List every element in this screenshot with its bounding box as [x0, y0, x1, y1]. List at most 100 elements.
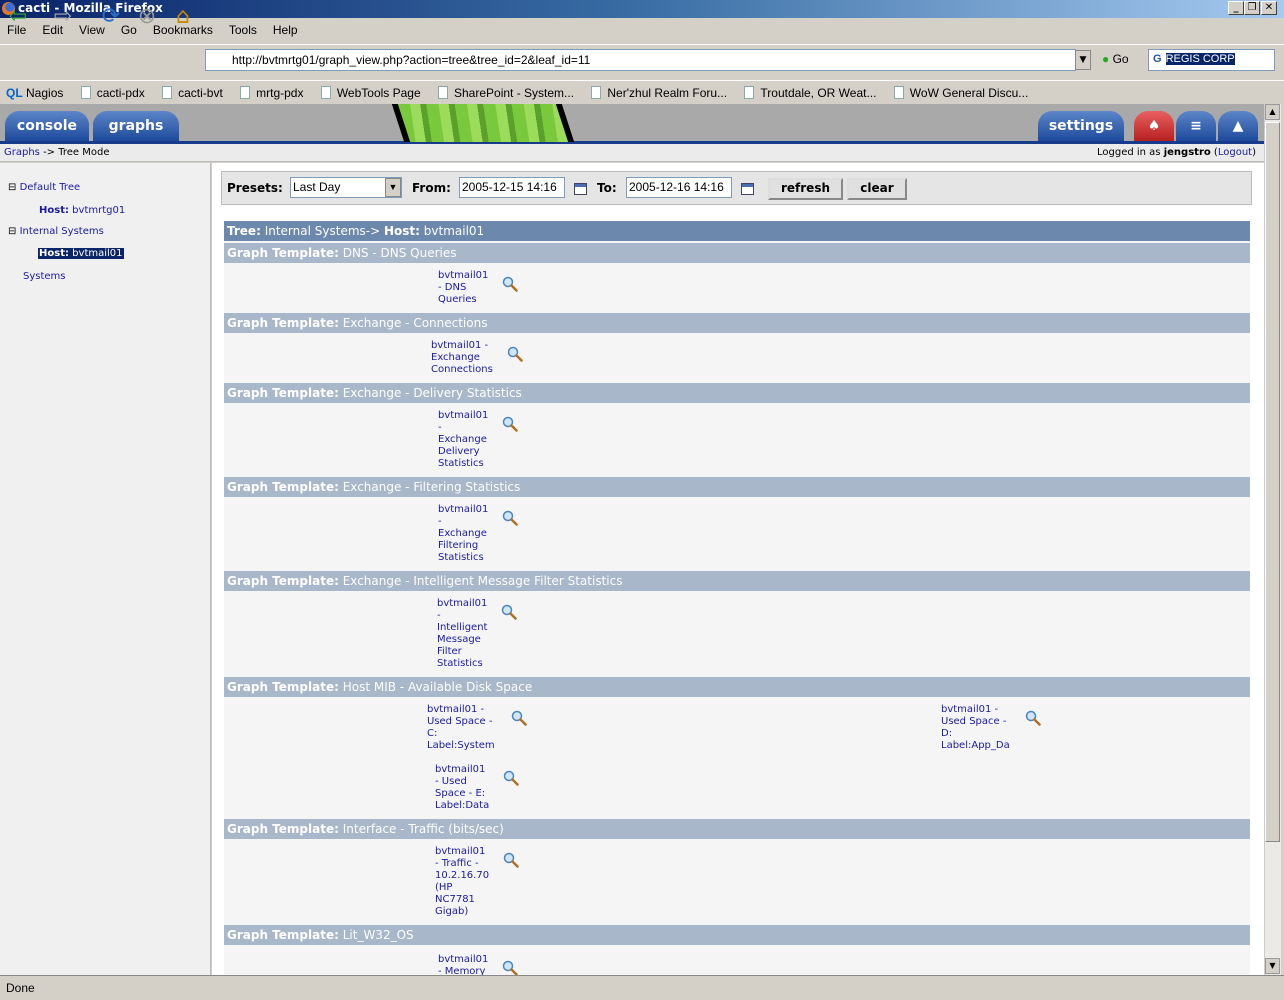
- scrollbar-thumb[interactable]: [1265, 122, 1280, 842]
- graph-template-header: Graph Template: Lit_W32_OS: [224, 925, 1250, 945]
- from-input[interactable]: 2005-12-15 14:16: [459, 177, 565, 198]
- calendar-icon[interactable]: [574, 183, 587, 195]
- tab-graphs[interactable]: graphs: [93, 111, 179, 141]
- presets-label: Presets:: [227, 181, 283, 195]
- bookmark-webtools[interactable]: WebTools Page: [320, 86, 421, 100]
- bookmark-troutdale[interactable]: Troutdale, OR Weat...: [744, 86, 876, 100]
- tree-internal-systems[interactable]: ⊟ Internal Systems: [8, 226, 104, 237]
- to-input[interactable]: 2005-12-16 14:16: [626, 177, 732, 198]
- graph-template-header: Graph Template: Exchange - Intelligent M…: [224, 571, 1250, 591]
- zoom-icon[interactable]: [503, 852, 519, 868]
- graph-link[interactable]: bvtmail01 - Intelligent Message Filter S…: [437, 598, 487, 670]
- graph-link[interactable]: bvtmail01 - DNS Queries: [438, 270, 488, 306]
- status-bar: Done: [0, 975, 1284, 1000]
- tree-default-link[interactable]: Default Tree: [20, 182, 81, 193]
- username: jengstro: [1163, 147, 1211, 158]
- tree-systems[interactable]: Systems: [23, 271, 66, 282]
- to-label: To:: [597, 181, 617, 195]
- zoom-icon[interactable]: [507, 346, 523, 362]
- go-icon: ●: [1102, 52, 1110, 66]
- zoom-icon[interactable]: [502, 510, 518, 526]
- graph-template-header: Graph Template: Exchange - Delivery Stat…: [224, 383, 1250, 403]
- chevron-down-icon[interactable]: ▼: [385, 178, 401, 197]
- zoom-icon[interactable]: [511, 710, 527, 726]
- forward-icon[interactable]: ⇨: [50, 4, 76, 30]
- graph-template-header: Graph Template: DNS - DNS Queries: [224, 243, 1250, 263]
- graph-template-header: Graph Template: Exchange - Connections: [224, 313, 1250, 333]
- close-button[interactable]: ✕: [1261, 1, 1277, 15]
- clear-button[interactable]: clear: [847, 178, 907, 200]
- tree-host-bvtmrtg01[interactable]: Host: bvtmrtg01: [39, 205, 125, 216]
- zoom-icon[interactable]: [502, 416, 518, 432]
- zoom-icon[interactable]: [501, 604, 517, 620]
- graph-link[interactable]: bvtmail01 - Memory: [438, 954, 488, 975]
- page-icon: [893, 86, 904, 99]
- graph-link[interactable]: bvtmail01 - Traffic - 10.2.16.70 (HP NC7…: [435, 846, 489, 918]
- graph-link[interactable]: bvtmail01 - Exchange Connections: [431, 340, 493, 376]
- tab-settings[interactable]: settings: [1038, 111, 1124, 141]
- tree-sidebar: ⊟ Default Tree Host: bvtmrtg01 ⊟ Interna…: [0, 163, 211, 975]
- search-input[interactable]: G REGIS CORP: [1148, 49, 1275, 71]
- stop-icon[interactable]: ⊗: [134, 4, 160, 30]
- page-icon: [162, 86, 173, 99]
- scroll-up-icon[interactable]: ▲: [1265, 104, 1280, 120]
- tree-host-bvtmail01-selected[interactable]: Host: bvtmail01: [38, 248, 124, 259]
- graph-link[interactable]: bvtmail01 - Used Space - C: Label:System: [427, 704, 495, 752]
- graph-link[interactable]: bvtmail01 - Used Space - E: Label:Data: [435, 764, 489, 812]
- zoom-icon[interactable]: [502, 276, 518, 292]
- page-icon: [240, 86, 251, 99]
- reload-icon[interactable]: ⟳: [98, 4, 124, 30]
- search-value: REGIS CORP: [1165, 53, 1235, 65]
- cacti-logo: [391, 104, 575, 142]
- page-icon: [320, 86, 331, 99]
- url-dropdown[interactable]: ▼: [1075, 50, 1091, 70]
- presets-select[interactable]: Last Day ▼: [290, 177, 402, 198]
- breadcrumb-graphs[interactable]: Graphs: [4, 147, 40, 158]
- tree-view-icon[interactable]: ♠: [1134, 111, 1174, 141]
- bookmark-cacti-pdx[interactable]: cacti-pdx: [80, 86, 145, 100]
- menu-tools[interactable]: Tools: [229, 23, 257, 37]
- login-info: Logged in as jengstro (Logout): [1097, 147, 1256, 158]
- breadcrumb: Graphs -> Tree Mode: [0, 144, 1264, 162]
- maximize-button[interactable]: ❐: [1244, 1, 1260, 15]
- back-icon[interactable]: ⇦: [5, 4, 31, 30]
- zoom-icon[interactable]: [502, 960, 518, 975]
- list-view-icon[interactable]: ≡: [1176, 111, 1216, 141]
- collapse-icon[interactable]: ⊟: [8, 226, 16, 237]
- bookmark-cacti-bvt[interactable]: cacti-bvt: [162, 86, 223, 100]
- menu-help[interactable]: Help: [273, 23, 298, 37]
- scroll-down-icon[interactable]: ▼: [1265, 958, 1280, 974]
- tree-internal-link[interactable]: Internal Systems: [20, 226, 104, 237]
- bookmark-mrtg-pdx[interactable]: mrtg-pdx: [240, 86, 303, 100]
- bookmark-wow[interactable]: WoW General Discu...: [893, 86, 1028, 100]
- graph-tree-content: Tree: Internal Systems-> Host: bvtmail01…: [224, 221, 1250, 975]
- bookmark-nagios[interactable]: QL Nagios: [6, 86, 63, 100]
- url-input[interactable]: http://bvtmrtg01/graph_view.php?action=t…: [205, 49, 1076, 71]
- bookmark-nerzhul[interactable]: Ner'zhul Realm Foru...: [591, 86, 727, 100]
- home-icon[interactable]: ⌂: [170, 4, 196, 30]
- breadcrumb-current: -> Tree Mode: [43, 147, 110, 158]
- tree-default[interactable]: ⊟ Default Tree: [8, 182, 80, 193]
- graph-template-header: Graph Template: Exchange - Filtering Sta…: [224, 477, 1250, 497]
- zoom-icon[interactable]: [1025, 710, 1041, 726]
- bookmark-sharepoint[interactable]: SharePoint - System...: [438, 86, 574, 100]
- page-icon: [744, 86, 755, 99]
- logout-link[interactable]: Logout: [1218, 147, 1252, 158]
- graph-template-header: Graph Template: Host MIB - Available Dis…: [224, 677, 1250, 697]
- from-label: From:: [412, 181, 451, 195]
- graph-template-header: Graph Template: Interface - Traffic (bit…: [224, 819, 1250, 839]
- collapse-icon[interactable]: ⊟: [8, 182, 16, 193]
- ql-icon: QL: [6, 86, 23, 100]
- graph-link[interactable]: bvtmail01 - Used Space - D: Label:App_Da: [941, 704, 1010, 752]
- page-icon: [438, 86, 448, 99]
- minimize-button[interactable]: _: [1228, 1, 1244, 15]
- tab-console[interactable]: console: [5, 111, 89, 141]
- calendar-icon[interactable]: [741, 183, 754, 195]
- zoom-icon[interactable]: [503, 770, 519, 786]
- graph-link[interactable]: bvtmail01 - Exchange Delivery Statistics: [438, 410, 488, 470]
- graph-link[interactable]: bvtmail01 - Exchange Filtering Statistic…: [438, 504, 488, 564]
- refresh-button[interactable]: refresh: [768, 178, 843, 200]
- go-button[interactable]: ● Go: [1102, 52, 1129, 66]
- preview-view-icon[interactable]: ▲: [1218, 111, 1258, 141]
- tree-header: Tree: Internal Systems-> Host: bvtmail01: [224, 221, 1250, 241]
